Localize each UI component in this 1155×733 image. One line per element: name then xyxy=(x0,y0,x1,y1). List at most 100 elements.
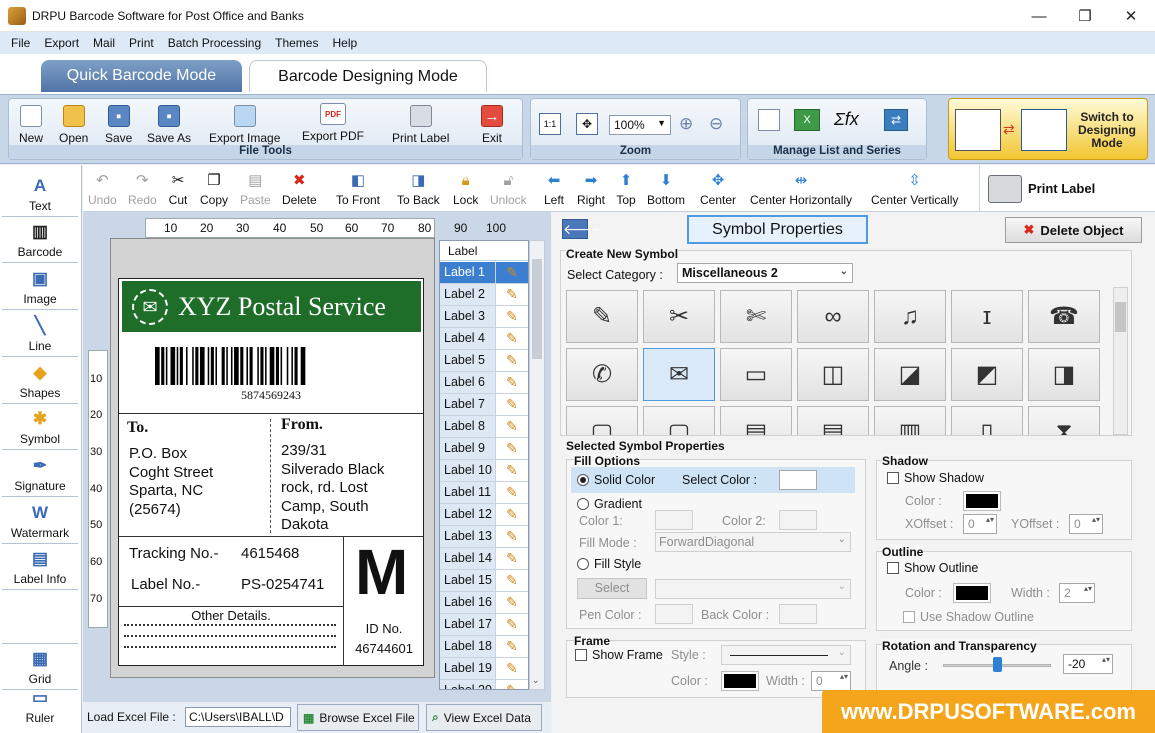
label-list-item[interactable]: Label 17 ✎ xyxy=(440,614,528,636)
bell-symbol-icon[interactable]: ♫ xyxy=(874,290,946,343)
center-vertically-button[interactable]: ⇳ Center Vertically xyxy=(871,170,958,207)
edit-list-icon[interactable] xyxy=(758,109,780,131)
label-list-item[interactable]: Label 2 ✎ xyxy=(440,284,528,306)
from-address[interactable]: 239/31 Silverado Black rock, rd. Lost Ca… xyxy=(281,442,384,535)
export-image-button[interactable]: Export Image xyxy=(209,105,280,145)
delete-object-button[interactable]: ✖ Delete Object xyxy=(1005,217,1142,243)
envelope-symbol-icon[interactable]: ✉ xyxy=(643,348,715,401)
edit-pencil-icon[interactable]: ✎ xyxy=(496,528,528,545)
shapes-tool[interactable]: ◆ Shapes xyxy=(2,362,78,404)
minimize-icon[interactable]: — xyxy=(1016,0,1062,32)
align-bottom-button[interactable]: ⬇ Bottom xyxy=(647,170,685,207)
folder-open-symbol-icon[interactable]: ▢ xyxy=(643,406,715,435)
scrollbar-thumb[interactable] xyxy=(532,259,542,359)
menu-help[interactable]: Help xyxy=(325,36,364,50)
browse-excel-button[interactable]: ▦ Browse Excel File xyxy=(297,704,419,731)
barcode-tool[interactable]: ▥ Barcode xyxy=(2,221,78,263)
solid-color-swatch[interactable] xyxy=(779,470,817,490)
edit-pencil-icon[interactable]: ✎ xyxy=(496,550,528,567)
frame-color-swatch[interactable] xyxy=(724,674,756,688)
letter-symbol-icon[interactable]: ▭ xyxy=(720,348,792,401)
edit-pencil-icon[interactable]: ✎ xyxy=(496,462,528,479)
tracking-label[interactable]: Tracking No.- xyxy=(129,545,218,562)
edit-pencil-icon[interactable]: ✎ xyxy=(496,594,528,611)
to-front-button[interactable]: ◧ To Front xyxy=(336,170,380,207)
mailbox-open-symbol-icon[interactable]: ◩ xyxy=(951,348,1023,401)
actual-size-icon[interactable]: 1:1 xyxy=(539,113,561,135)
label-list-item[interactable]: Label 10 ✎ xyxy=(440,460,528,482)
close-icon[interactable]: ✕ xyxy=(1108,0,1154,32)
edit-pencil-icon[interactable]: ✎ xyxy=(496,440,528,457)
company-banner[interactable]: ✉ XYZ Postal Service xyxy=(122,281,421,332)
zoom-out-icon[interactable]: ⊖ xyxy=(709,114,723,134)
save-as-button[interactable]: ▪ Save As xyxy=(147,105,191,145)
paste-button[interactable]: ▤ Paste xyxy=(240,170,271,207)
edit-pencil-icon[interactable]: ✎ xyxy=(496,396,528,413)
label-no-value[interactable]: PS-0254741 xyxy=(241,576,324,593)
edit-pencil-icon[interactable]: ✎ xyxy=(496,572,528,589)
edit-pencil-icon[interactable]: ✎ xyxy=(496,374,528,391)
big-letter[interactable]: M xyxy=(355,535,408,609)
xoffset-spinner[interactable]: 0 xyxy=(963,514,997,534)
hourglass-symbol-icon[interactable]: ⧗ xyxy=(1028,406,1100,435)
pen-color-swatch[interactable] xyxy=(655,604,693,624)
symbol-tool[interactable]: ✱ Symbol xyxy=(2,408,78,450)
edit-pencil-icon[interactable]: ✎ xyxy=(496,660,528,677)
document-symbol-icon[interactable]: ▤ xyxy=(720,406,792,435)
center-horizontally-button[interactable]: ⇹ Center Horizontally xyxy=(750,170,852,207)
lock-button[interactable]: 🔒︎ Lock xyxy=(453,170,478,208)
excel-series-icon[interactable]: X xyxy=(794,109,820,131)
fill-style-radio[interactable]: Fill Style xyxy=(577,557,641,571)
color1-swatch[interactable] xyxy=(655,510,693,530)
copy-button[interactable]: ❐ Copy xyxy=(200,170,228,207)
excel-path-input[interactable]: C:\Users\IBALL\D xyxy=(185,707,291,727)
outline-width-spinner[interactable]: 2 xyxy=(1059,583,1095,603)
symbol-grid-scrollbar[interactable] xyxy=(1113,287,1128,435)
scrollbar-thumb[interactable] xyxy=(1115,302,1126,332)
angle-slider-thumb[interactable] xyxy=(993,657,1002,672)
folder-symbol-icon[interactable]: ▢ xyxy=(566,406,638,435)
mailbox-letter-symbol-icon[interactable]: ◨ xyxy=(1028,348,1100,401)
barcode-image[interactable] xyxy=(155,347,385,385)
label-list-item[interactable]: Label 3 ✎ xyxy=(440,306,528,328)
label-list-item[interactable]: Label 14 ✎ xyxy=(440,548,528,570)
glasses-symbol-icon[interactable]: ∞ xyxy=(797,290,869,343)
id-value[interactable]: 46744601 xyxy=(343,641,425,656)
show-outline-checkbox[interactable]: Show Outline xyxy=(887,561,978,575)
telephone-symbol-icon[interactable]: ☎ xyxy=(1028,290,1100,343)
print-label-button[interactable]: Print Label xyxy=(392,105,449,145)
gradient-radio[interactable]: Gradient xyxy=(577,497,642,511)
label-list-item[interactable]: Label 20 ✎ xyxy=(440,680,528,689)
edit-pencil-icon[interactable]: ✎ xyxy=(496,330,528,347)
open-button[interactable]: Open xyxy=(59,105,88,145)
phone-circle-symbol-icon[interactable]: ✆ xyxy=(566,348,638,401)
shadow-color-swatch[interactable] xyxy=(966,494,998,508)
view-excel-button[interactable]: ⌕ View Excel Data xyxy=(426,704,542,731)
chevron-down-icon[interactable]: ⌄ xyxy=(532,675,540,686)
edit-pencil-icon[interactable]: ✎ xyxy=(496,352,528,369)
text-tool[interactable]: A Text xyxy=(2,175,78,217)
redo-button[interactable]: ↷ Redo xyxy=(128,170,157,207)
label-list-item[interactable]: Label 5 ✎ xyxy=(440,350,528,372)
label-info-tool[interactable]: ▤ Label Info xyxy=(2,548,78,590)
scissors-symbol-icon[interactable]: ✂ xyxy=(643,290,715,343)
maximize-icon[interactable]: ❐ xyxy=(1062,0,1108,32)
align-top-button[interactable]: ⬆ Top xyxy=(616,170,636,207)
label-list-scrollbar[interactable]: ⌄ xyxy=(529,240,545,690)
zoom-in-icon[interactable]: ⊕ xyxy=(679,114,693,134)
edit-pencil-icon[interactable]: ✎ xyxy=(496,308,528,325)
frame-width-spinner[interactable]: 0 xyxy=(811,671,851,691)
pencil-symbol-icon[interactable]: ✎ xyxy=(566,290,638,343)
use-shadow-outline-checkbox[interactable]: Use Shadow Outline xyxy=(903,610,1034,624)
edit-pencil-icon[interactable]: ✎ xyxy=(496,506,528,523)
switch-to-designing-mode-button[interactable]: ⇄ Switch to Designing Mode xyxy=(948,98,1148,160)
fill-style-select[interactable]: ⌄ xyxy=(655,579,851,599)
edit-pencil-icon[interactable]: ✎ xyxy=(496,682,528,689)
delete-button[interactable]: ✖ Delete xyxy=(282,170,317,207)
label-list-item[interactable]: Label 8 ✎ xyxy=(440,416,528,438)
to-back-button[interactable]: ◨ To Back xyxy=(397,170,440,207)
to-address[interactable]: P.O. Box Coght Street Sparta, NC (25674) xyxy=(129,445,213,519)
label-list-item[interactable]: Label 13 ✎ xyxy=(440,526,528,548)
signature-tool[interactable]: ✒ Signature xyxy=(2,455,78,497)
select-style-button[interactable]: Select xyxy=(577,578,647,599)
